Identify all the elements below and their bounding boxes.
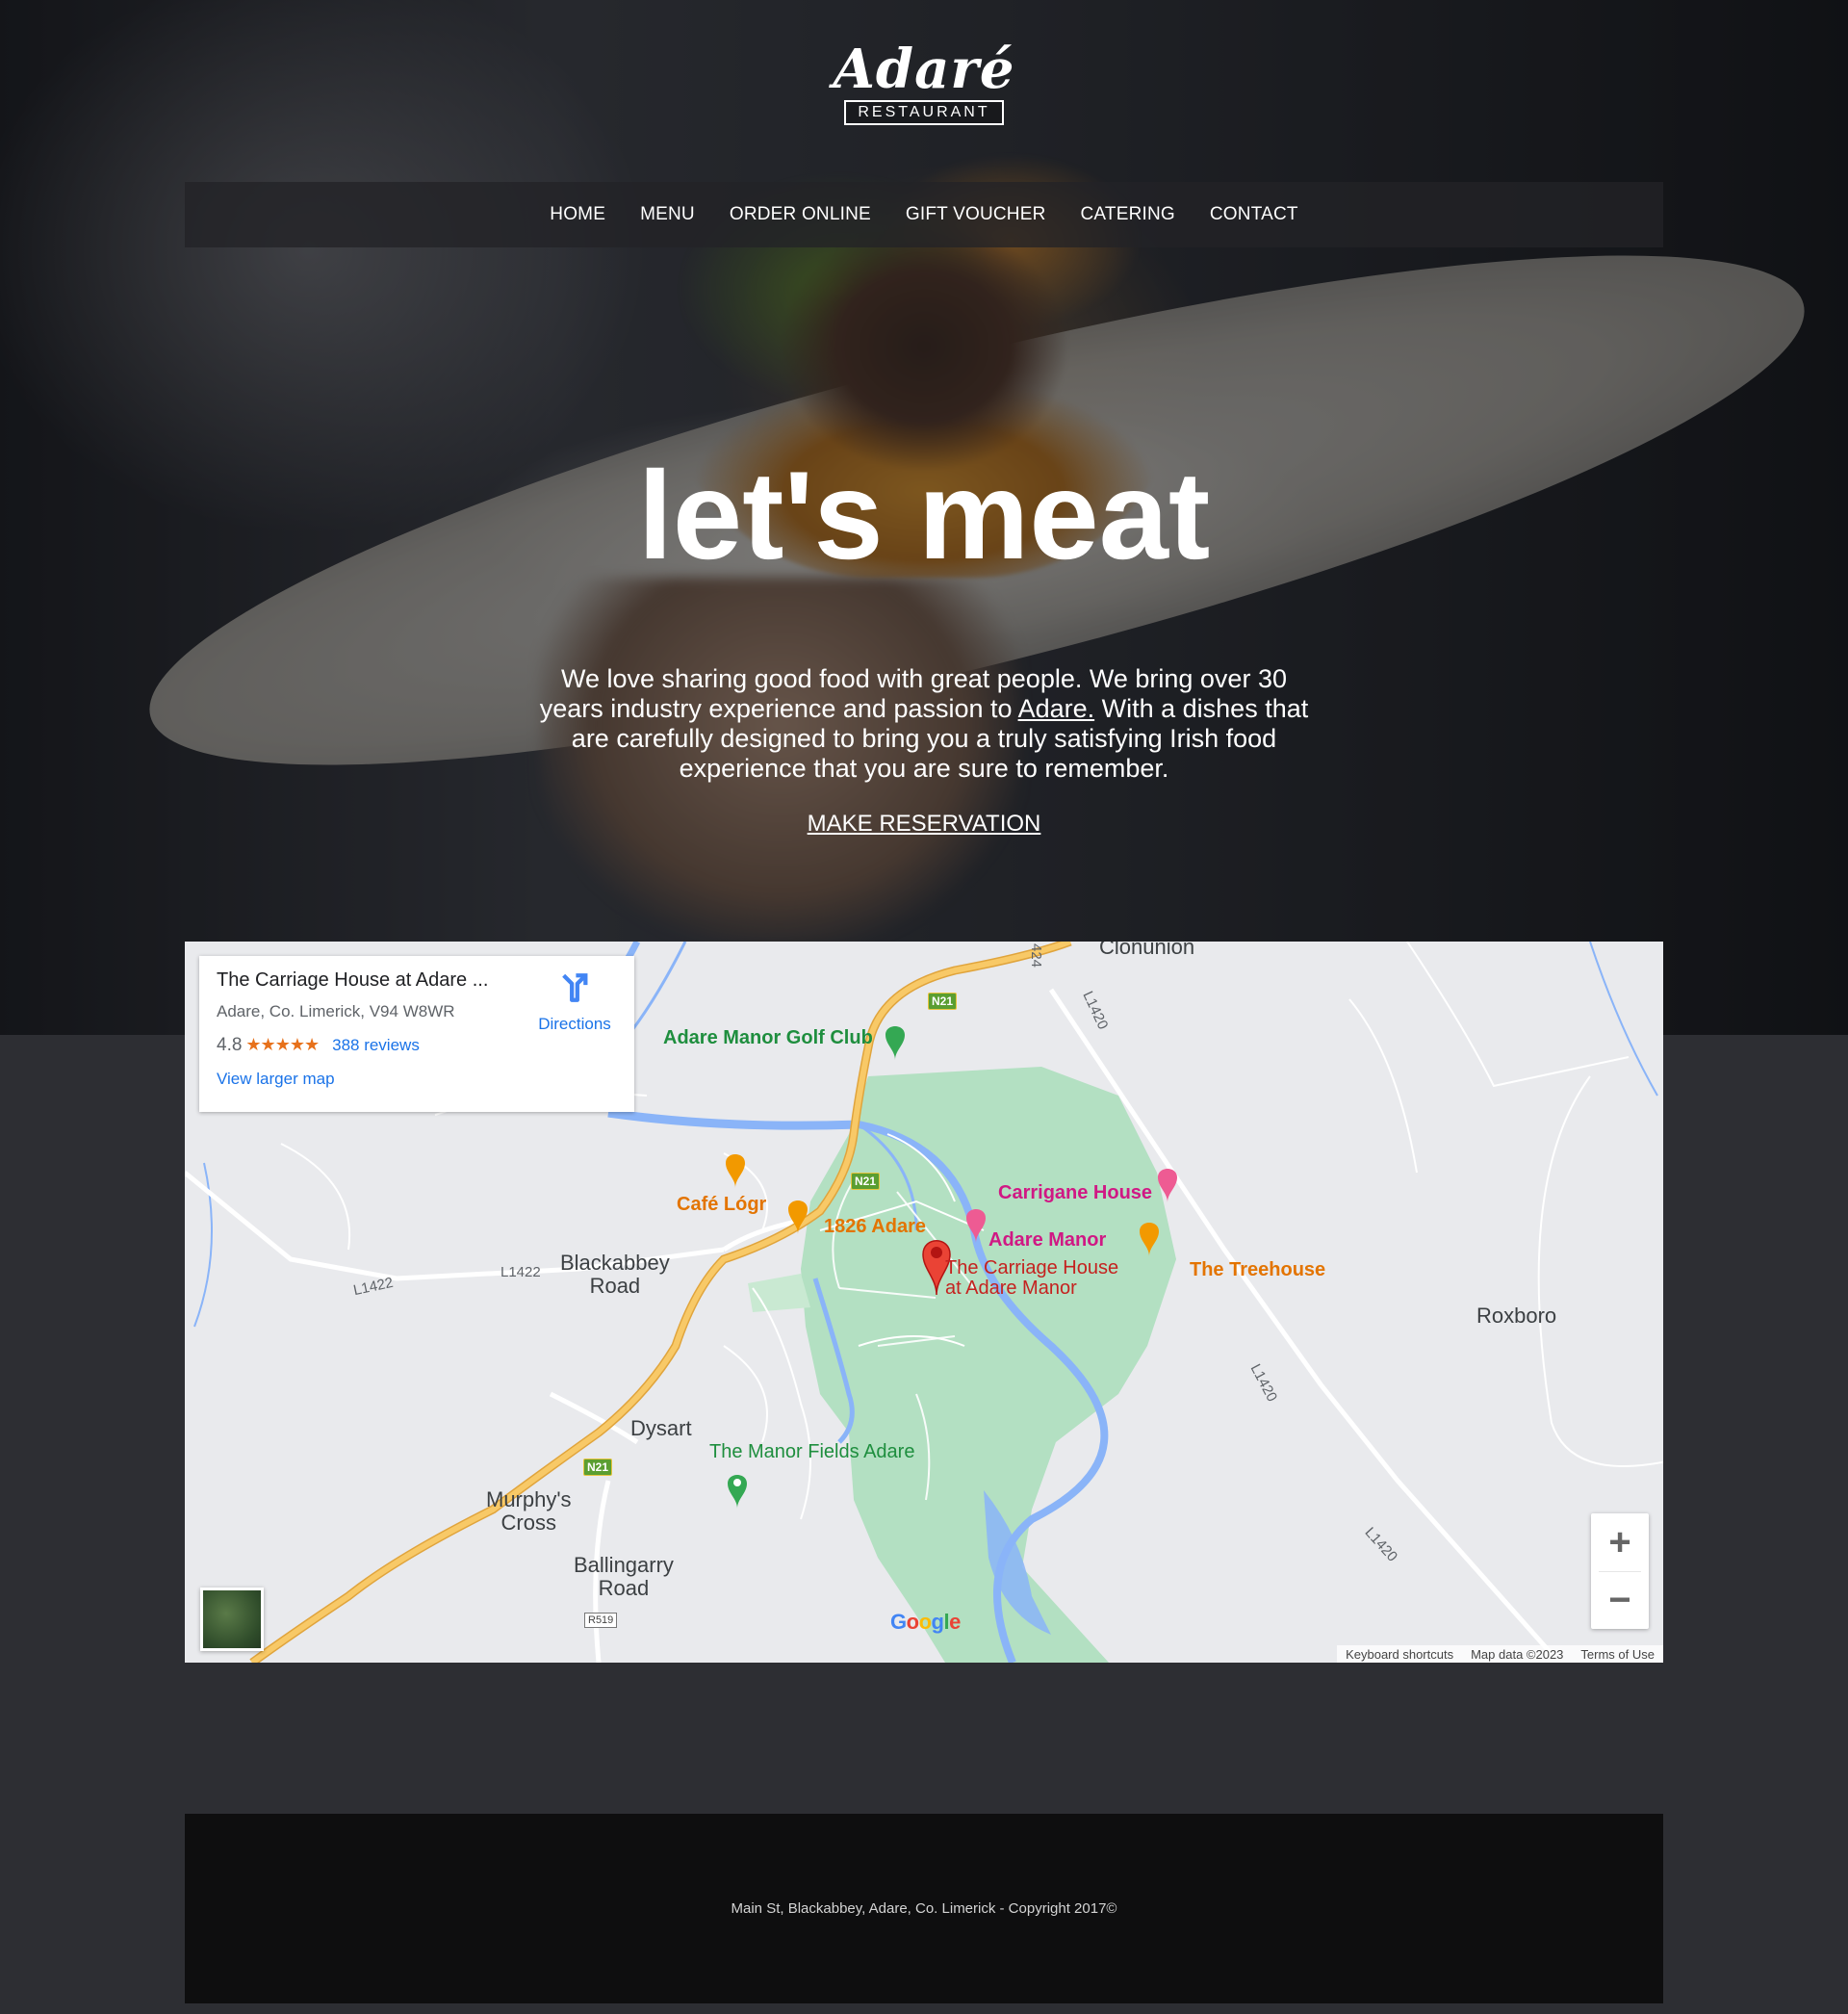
- road-shield-n21: N21: [583, 1459, 613, 1476]
- place-murphys-line2: Cross: [500, 1510, 556, 1535]
- zoom-in-button[interactable]: +: [1591, 1513, 1649, 1571]
- logo-wordmark: Adaré: [833, 38, 1015, 101]
- hero-section: Adaré RESTAURANT HOME MENU ORDER ONLINE …: [0, 0, 1848, 1035]
- site-footer: Main St, Blackabbey, Adare, Co. Limerick…: [185, 1814, 1663, 2003]
- directions-button[interactable]: Directions: [526, 971, 623, 1034]
- place-1826-adare[interactable]: 1826 Adare: [824, 1216, 926, 1238]
- terms-of-use-link[interactable]: Terms of Use: [1572, 1647, 1663, 1662]
- directions-icon: [562, 973, 588, 1002]
- place-murphys-line1: Murphy's: [486, 1487, 572, 1511]
- place-card-title: The Carriage House at Adare ...: [217, 969, 489, 991]
- cta-container: MAKE RESERVATION: [0, 811, 1848, 838]
- place-clonunion: Clonunion: [1099, 942, 1195, 959]
- reviews-link[interactable]: 388 reviews: [332, 1036, 420, 1054]
- logo-subtitle: RESTAURANT: [844, 100, 1004, 125]
- place-blackabbey-line1: Blackabbey: [560, 1251, 670, 1275]
- place-dysart: Dysart: [630, 1416, 692, 1440]
- road-shield-r519: R519: [584, 1613, 618, 1628]
- zoom-out-button[interactable]: −: [1591, 1571, 1649, 1629]
- place-carriage-house[interactable]: The Carriage House at Adare Manor: [945, 1258, 1118, 1299]
- zoom-divider: [1599, 1571, 1641, 1572]
- place-ballingarry-road: Ballingarry Road: [574, 1554, 674, 1600]
- nav-home[interactable]: HOME: [550, 204, 605, 225]
- rating-value: 4.8: [217, 1035, 243, 1055]
- nav-contact[interactable]: CONTACT: [1210, 204, 1298, 225]
- place-adare-manor-golf-club[interactable]: Adare Manor Golf Club: [663, 1027, 873, 1049]
- road-shield-n21: N21: [851, 1173, 881, 1190]
- hero-intro: We love sharing good food with great peo…: [534, 664, 1314, 784]
- view-larger-map-link[interactable]: View larger map: [217, 1070, 335, 1089]
- place-cafe-logr[interactable]: Café Lógr: [677, 1194, 766, 1216]
- nav-gift-voucher[interactable]: GIFT VOUCHER: [906, 204, 1046, 225]
- place-card-rating: 4.8 ★★★★★ 388 reviews: [217, 1035, 420, 1056]
- nav-order-online[interactable]: ORDER ONLINE: [730, 204, 871, 225]
- embedded-map[interactable]: N21 N21 N21 R519 L1420 L1420 L1420 L1422…: [185, 942, 1663, 1663]
- map-zoom-controls: + −: [1591, 1513, 1649, 1629]
- place-murphys-cross: Murphy's Cross: [486, 1488, 572, 1535]
- road-shield-n21: N21: [928, 993, 958, 1010]
- intro-adare-link[interactable]: Adare.: [1018, 694, 1095, 723]
- place-carrigane-house[interactable]: Carrigane House: [998, 1182, 1152, 1204]
- satellite-toggle-button[interactable]: [200, 1588, 264, 1651]
- place-blackabbey-line2: Road: [589, 1274, 641, 1298]
- place-ballingarry-line2: Road: [598, 1576, 650, 1600]
- place-carriage-house-line1: The Carriage House: [945, 1257, 1119, 1278]
- place-adare-manor[interactable]: Adare Manor: [988, 1229, 1106, 1252]
- map-attribution-bar: Keyboard shortcuts Map data ©2023 Terms …: [1337, 1645, 1663, 1663]
- place-manor-fields-adare[interactable]: The Manor Fields Adare: [709, 1441, 914, 1463]
- nav-catering[interactable]: CATERING: [1081, 204, 1175, 225]
- place-roxboro: Roxboro: [1476, 1304, 1557, 1328]
- place-blackabbey-road: Blackabbey Road: [560, 1252, 670, 1298]
- footer-copyright: Main St, Blackabbey, Adare, Co. Limerick…: [731, 1900, 1117, 1917]
- keyboard-shortcuts-link[interactable]: Keyboard shortcuts: [1337, 1647, 1462, 1662]
- map-data-text: Map data ©2023: [1471, 1646, 1564, 1662]
- main-navigation: HOME MENU ORDER ONLINE GIFT VOUCHER CATE…: [185, 182, 1663, 247]
- rating-stars-icon: ★★★★★: [245, 1035, 320, 1054]
- directions-label: Directions: [538, 1015, 611, 1033]
- make-reservation-link[interactable]: MAKE RESERVATION: [808, 811, 1041, 837]
- nav-menu[interactable]: MENU: [640, 204, 695, 225]
- place-the-treehouse[interactable]: The Treehouse: [1190, 1259, 1325, 1281]
- place-carriage-house-line2: at Adare Manor: [945, 1278, 1077, 1299]
- place-ballingarry-line1: Ballingarry: [574, 1553, 674, 1577]
- map-place-card: The Carriage House at Adare ... Adare, C…: [199, 956, 634, 1112]
- road-label-424: 424: [1028, 942, 1045, 968]
- place-card-address: Adare, Co. Limerick, V94 W8WR: [217, 1002, 455, 1020]
- hero-headline: let's meat: [637, 445, 1211, 585]
- road-label-l1422: L1422: [500, 1264, 541, 1280]
- google-logo: Google: [890, 1610, 961, 1634]
- site-logo[interactable]: Adaré RESTAURANT: [828, 39, 1020, 135]
